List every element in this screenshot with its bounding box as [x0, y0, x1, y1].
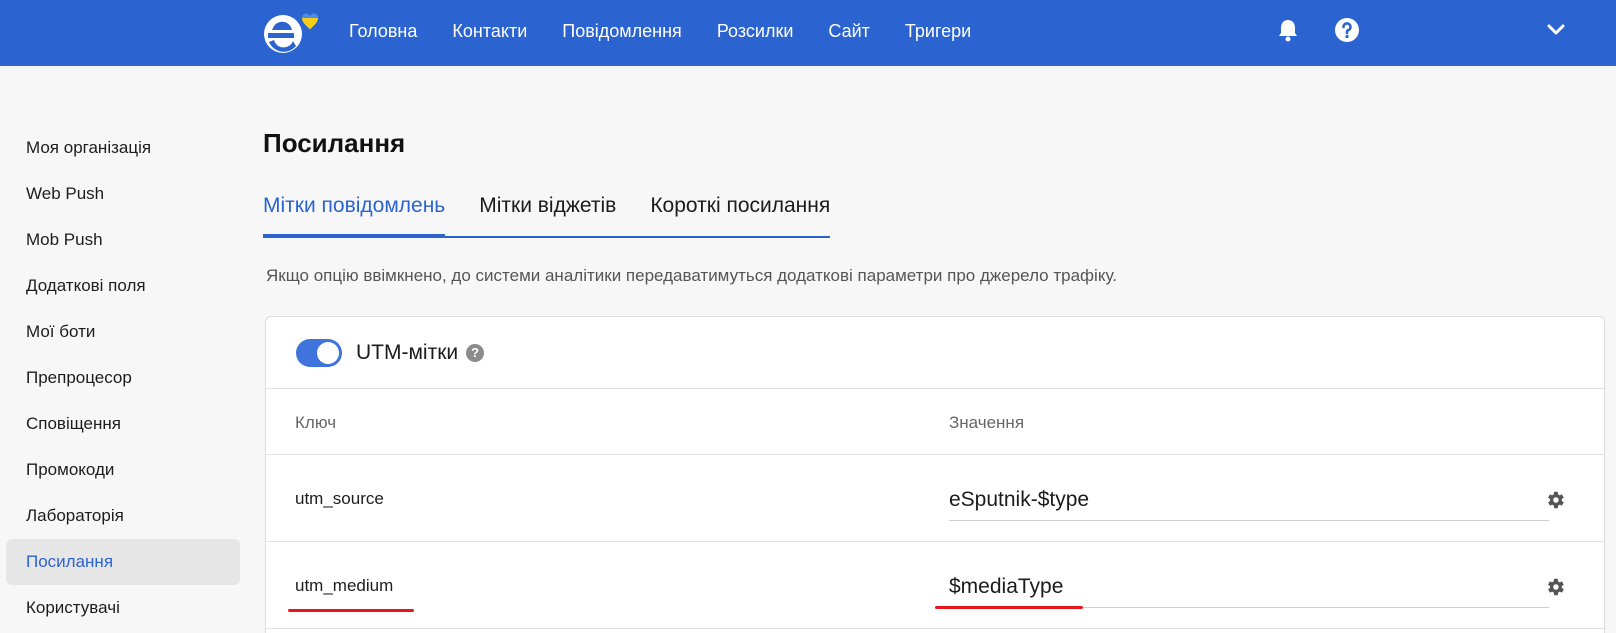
tab-description: Якщо опцію ввімкнено, до системи аналіти…: [266, 266, 1117, 285]
question-icon[interactable]: ?: [466, 343, 485, 362]
utm-key: utm_medium: [295, 576, 394, 595]
sidebar-item-promocodes[interactable]: Промокоди: [6, 447, 240, 493]
column-header-key: Ключ: [295, 413, 337, 432]
sidebar-item-mob-push[interactable]: Mob Push: [6, 217, 240, 263]
nav-triggers[interactable]: Тригери: [905, 21, 971, 42]
help-icon[interactable]: [1332, 15, 1362, 45]
annotation-underline-key: [288, 609, 414, 612]
sidebar-item-preprocessor[interactable]: Препроцесор: [6, 355, 240, 401]
gear-icon[interactable]: [1544, 489, 1566, 511]
esputnik-logo-icon[interactable]: [262, 8, 332, 58]
main-nav: Головна Контакти Повідомлення Розсилки С…: [349, 0, 1006, 62]
tab-short-links[interactable]: Короткі посилання: [650, 186, 830, 236]
sidebar-item-laboratory[interactable]: Лабораторія: [6, 493, 240, 539]
utm-value-input[interactable]: [949, 566, 1549, 608]
sidebar-item-web-push[interactable]: Web Push: [6, 171, 240, 217]
nav-messages[interactable]: Повідомлення: [562, 21, 682, 42]
tab-widget-tags[interactable]: Мітки віджетів: [479, 186, 616, 236]
tab-message-tags[interactable]: Мітки повідомлень: [263, 186, 446, 238]
nav-contacts[interactable]: Контакти: [452, 21, 527, 42]
top-navbar: Головна Контакти Повідомлення Розсилки С…: [0, 0, 1616, 66]
toggle-knob: [317, 341, 339, 364]
nav-home[interactable]: Головна: [349, 21, 417, 42]
utm-table-header: Ключ Значення: [266, 389, 1604, 455]
sidebar-item-my-organization[interactable]: Моя організація: [6, 125, 240, 171]
utm-card: UTM-мітки ? Ключ Значення utm_source utm…: [265, 316, 1605, 633]
sidebar-item-my-bots[interactable]: Мої боти: [6, 309, 240, 355]
sidebar-item-additional-fields[interactable]: Додаткові поля: [6, 263, 240, 309]
utm-key: utm_source: [295, 489, 384, 508]
page-title: Посилання: [263, 128, 406, 158]
annotation-underline-value: [935, 606, 1083, 609]
utm-card-header: UTM-мітки ?: [266, 317, 1604, 389]
table-row: utm_source: [266, 455, 1604, 542]
nav-site[interactable]: Сайт: [828, 21, 870, 42]
link-tabs: Мітки повідомлень Мітки віджетів Короткі…: [263, 186, 831, 238]
sidebar-item-users[interactable]: Користувачі: [6, 585, 240, 631]
sidebar-item-links[interactable]: Посилання: [6, 539, 240, 585]
utm-title: UTM-мітки: [356, 340, 459, 364]
chevron-down-icon[interactable]: [1541, 15, 1571, 45]
nav-campaigns[interactable]: Розсилки: [717, 21, 794, 42]
sidebar-item-notifications[interactable]: Сповіщення: [6, 401, 240, 447]
utm-toggle[interactable]: [296, 338, 342, 367]
bell-icon[interactable]: [1273, 15, 1303, 45]
gear-icon[interactable]: [1544, 576, 1566, 598]
utm-value-input[interactable]: [949, 479, 1549, 521]
settings-sidebar: Моя організація Web Push Mob Push Додатк…: [6, 125, 240, 631]
table-row: utm_medium: [266, 542, 1604, 629]
column-header-value: Значення: [949, 413, 1025, 432]
